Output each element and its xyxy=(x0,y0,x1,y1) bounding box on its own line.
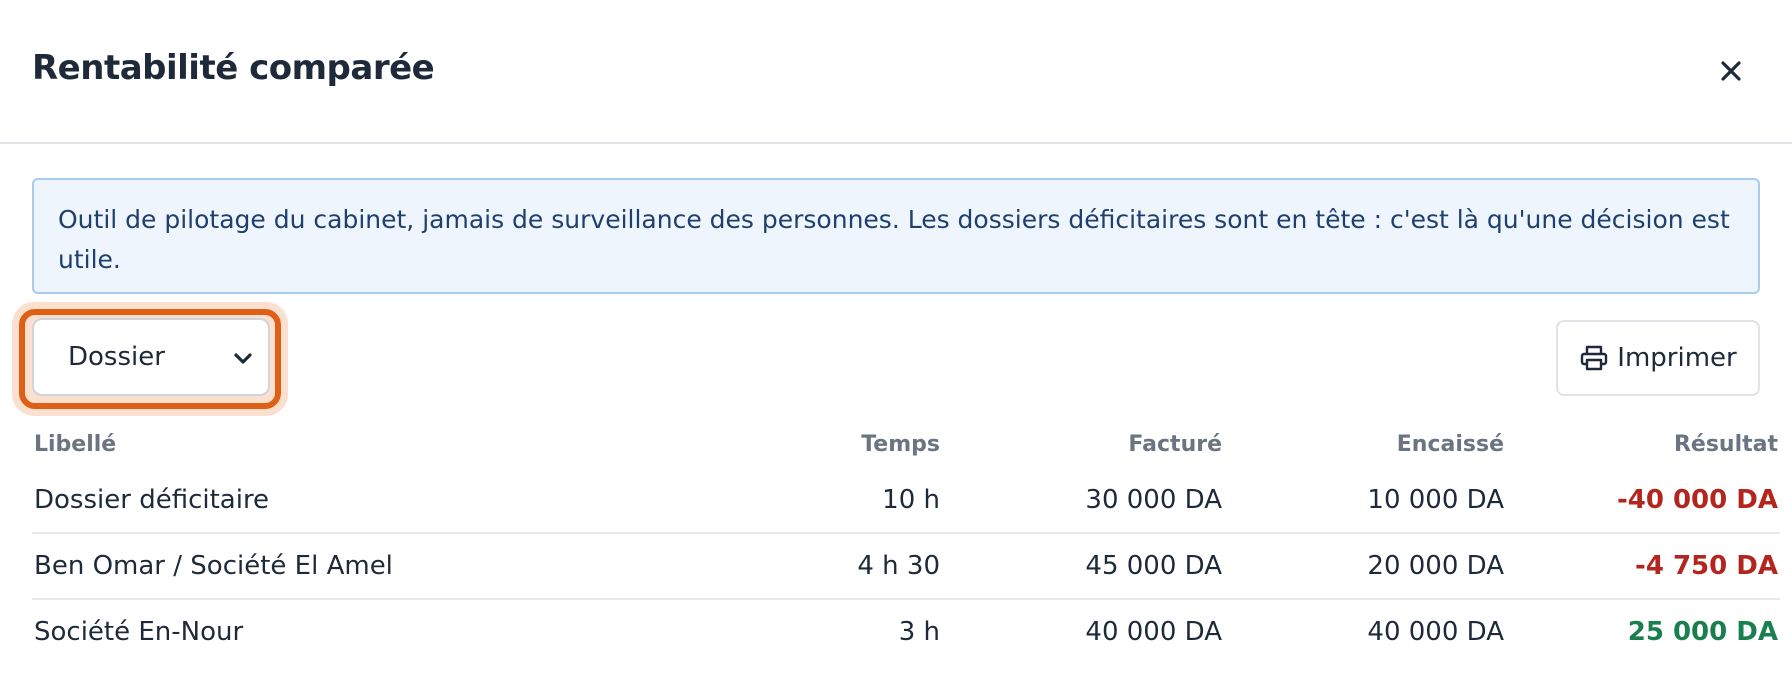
modal-title: Rentabilité comparée xyxy=(32,48,435,88)
print-button-label: Imprimer xyxy=(1617,343,1737,373)
close-icon xyxy=(1721,61,1741,81)
row-billed: 30 000 DA xyxy=(1085,485,1222,515)
group-by-select-value: Dossier xyxy=(68,342,165,372)
rentabilite-modal: Rentabilité comparée Outil de pilotage d… xyxy=(0,0,1792,696)
table-header-row: Libellé Temps Facturé Encaissé Résultat xyxy=(32,420,1780,468)
row-result: 25 000 DA xyxy=(1506,598,1780,664)
row-billed: 45 000 DA xyxy=(942,532,1224,599)
table-row: Ben Omar / Société El Amel 4 h 30 45 000… xyxy=(32,532,1780,599)
rentabilite-table: Libellé Temps Facturé Encaissé Résultat … xyxy=(32,420,1780,664)
group-by-select[interactable]: Dossier xyxy=(32,318,270,396)
column-header-collected: Encaissé xyxy=(1396,431,1504,457)
print-button[interactable]: Imprimer xyxy=(1556,320,1760,396)
row-label: Société En-Nour xyxy=(32,598,706,664)
column-header-label: Libellé xyxy=(34,431,117,457)
info-alert: Outil de pilotage du cabinet, jamais de … xyxy=(32,178,1760,294)
column-header-result: Résultat xyxy=(1673,431,1778,457)
chevron-down-icon xyxy=(234,353,252,364)
column-header-time: Temps xyxy=(861,431,940,457)
close-button[interactable] xyxy=(1710,50,1752,92)
row-billed: 40 000 DA xyxy=(942,598,1224,664)
column-header-billed: Facturé xyxy=(1128,431,1222,457)
info-alert-text: Outil de pilotage du cabinet, jamais de … xyxy=(58,205,1730,274)
row-collected: 10 000 DA xyxy=(1367,485,1504,515)
row-collected: 20 000 DA xyxy=(1224,532,1506,599)
row-time: 4 h 30 xyxy=(706,532,942,599)
row-collected: 40 000 DA xyxy=(1224,598,1506,664)
row-result: -4 750 DA xyxy=(1506,532,1780,599)
table-row: Société En-Nour 3 h 40 000 DA 40 000 DA … xyxy=(32,598,1780,664)
row-result: -40 000 DA xyxy=(1616,485,1778,515)
row-label: Ben Omar / Société El Amel xyxy=(32,532,706,599)
printer-icon xyxy=(1581,345,1608,371)
modal-header: Rentabilité comparée xyxy=(0,0,1792,144)
table-row: Dossier déficitaire 10 h 30 000 DA 10 00… xyxy=(32,468,1780,533)
row-time: 3 h xyxy=(706,598,942,664)
row-time: 10 h xyxy=(882,485,940,515)
row-label: Dossier déficitaire xyxy=(34,485,270,515)
